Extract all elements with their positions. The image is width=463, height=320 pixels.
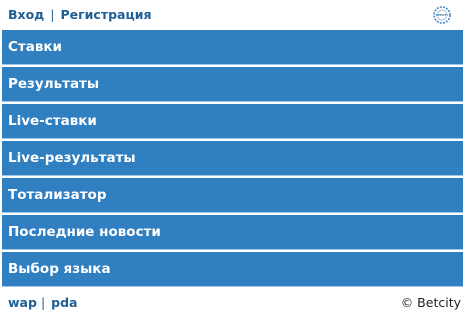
auth-links: Вход | Регистрация [8, 7, 152, 22]
menu-item-language[interactable]: Выбор языка [2, 252, 463, 287]
menu-item-label: Live-ставки [8, 113, 97, 129]
login-link[interactable]: Вход [8, 7, 44, 22]
menu-item-bets[interactable]: Ставки [2, 30, 463, 65]
version-links: wap | pda [8, 295, 78, 310]
copyright-text: © Betcity [400, 295, 461, 310]
menu-item-live-results[interactable]: Live-результаты [2, 141, 463, 176]
menu-item-label: Последние новости [8, 224, 161, 240]
main-menu: Ставки Результаты Live-ставки Live-резул… [2, 30, 463, 289]
menu-item-label: Ставки [8, 39, 63, 55]
menu-item-label: Выбор языка [8, 261, 111, 277]
menu-item-label: Результаты [8, 76, 100, 92]
menu-item-label: Live-результаты [8, 150, 136, 166]
logo-text: BETCITY [436, 13, 448, 17]
header: Вход | Регистрация BETCITY [0, 0, 463, 30]
menu-item-results[interactable]: Результаты [2, 67, 463, 102]
menu-item-latest-news[interactable]: Последние новости [2, 215, 463, 250]
header-separator: | [50, 7, 55, 22]
pda-link[interactable]: pda [51, 295, 77, 310]
footer-separator: | [40, 295, 46, 310]
menu-item-live-bets[interactable]: Live-ставки [2, 104, 463, 139]
betcity-logo-icon: BETCITY [433, 6, 451, 24]
menu-item-label: Тотализатор [8, 187, 107, 203]
menu-item-totalizator[interactable]: Тотализатор [2, 178, 463, 213]
register-link[interactable]: Регистрация [61, 7, 152, 22]
footer: wap | pda © Betcity [0, 289, 463, 320]
wap-link[interactable]: wap [8, 295, 37, 310]
